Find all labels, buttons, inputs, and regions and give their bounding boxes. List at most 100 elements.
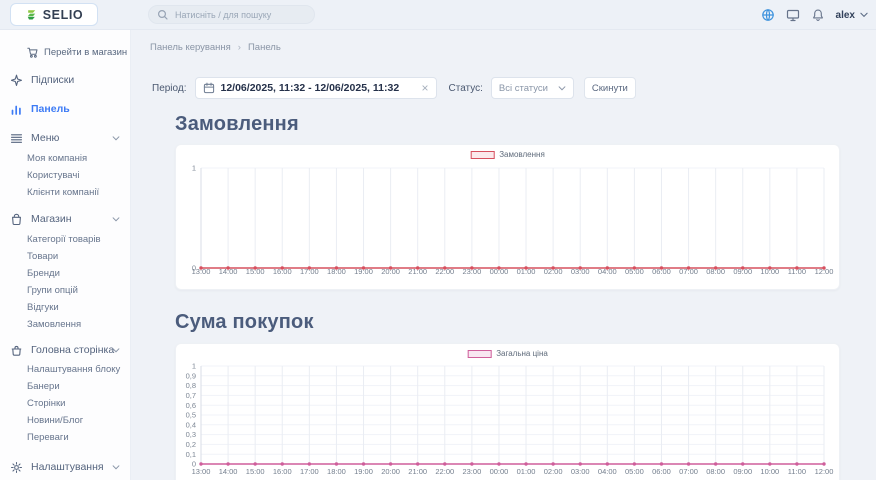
chart-legend[interactable]: Замовлення <box>470 150 545 159</box>
sidebar-item-menu[interactable]: Меню <box>0 130 130 146</box>
search-input[interactable] <box>175 10 306 20</box>
x-tick-label: 00:00 <box>490 467 509 476</box>
chevron-down-icon <box>112 348 120 353</box>
y-tick-label: 0,5 <box>186 411 196 420</box>
sidebar-subitem[interactable]: Моя компанія <box>0 150 130 167</box>
x-tick-label: 20:00 <box>381 467 400 476</box>
breadcrumb-separator: › <box>238 42 241 53</box>
chevron-down-icon <box>558 86 566 91</box>
top-header: SELIO <box>0 0 876 30</box>
data-point <box>687 462 690 465</box>
x-tick-label: 22:00 <box>435 467 454 476</box>
sidebar-item-label: Головна сторінка <box>31 344 114 356</box>
period-input[interactable] <box>221 82 416 94</box>
sidebar-item-dashboard[interactable]: Панель <box>0 101 130 117</box>
status-select[interactable]: Всі статуси <box>491 77 574 99</box>
sidebar-item-label: Магазин <box>31 213 72 225</box>
data-point <box>551 266 554 269</box>
sidebar-subitem[interactable]: Категорії товарів <box>0 231 130 248</box>
data-point <box>714 462 717 465</box>
sidebar-subitem[interactable]: Бренди <box>0 265 130 282</box>
x-tick-label: 08:00 <box>706 467 725 476</box>
menu-icon <box>10 132 23 145</box>
sidebar-subitem[interactable]: Групи опцій <box>0 282 130 299</box>
data-point <box>741 462 744 465</box>
sidebar-subitem[interactable]: Переваги <box>0 429 130 446</box>
legend-label: Замовлення <box>499 150 545 159</box>
y-tick-label: 1 <box>192 164 196 173</box>
y-tick-label: 0,2 <box>186 440 196 449</box>
user-name: alex <box>836 10 855 21</box>
data-point <box>470 266 473 269</box>
data-point <box>579 462 582 465</box>
sidebar-group-homepage-children: Налаштування блокуБанериСторінкиНовини/Б… <box>0 361 130 446</box>
globe-icon[interactable] <box>761 8 775 22</box>
sidebar-item-shop[interactable]: Магазин <box>0 211 130 227</box>
sidebar-subitem[interactable]: Користувачі <box>0 167 130 184</box>
data-point <box>281 266 284 269</box>
data-point <box>687 266 690 269</box>
data-point <box>741 266 744 269</box>
main-content: Панель керування › Панель Період: × Стат… <box>131 30 876 480</box>
data-point <box>443 266 446 269</box>
sidebar-item-subscriptions[interactable]: Підписки <box>0 72 130 88</box>
data-point <box>606 462 609 465</box>
sidebar-subitem[interactable]: Новини/Блог <box>0 412 130 429</box>
user-menu[interactable]: alex <box>836 10 868 21</box>
sidebar-subitem[interactable]: Відгуки <box>0 299 130 316</box>
x-tick-label: 11:00 <box>788 467 806 476</box>
data-point <box>253 266 256 269</box>
sidebar-subitem[interactable]: Замовлення <box>0 316 130 333</box>
data-point <box>470 462 473 465</box>
breadcrumb-link-dashboard[interactable]: Панель керування <box>150 42 231 53</box>
x-tick-label: 15:00 <box>246 467 265 476</box>
status-label: Статус: <box>449 83 483 94</box>
dashboard-icon <box>10 103 23 116</box>
data-point <box>335 462 338 465</box>
sidebar-item-homepage[interactable]: Головна сторінка <box>0 342 130 358</box>
data-point <box>633 462 636 465</box>
sidebar-item-settings[interactable]: Налаштування <box>0 459 130 475</box>
search-icon <box>157 9 169 21</box>
reset-button[interactable]: Скинути <box>584 77 636 99</box>
chart-canvas: 10,90,80,70,60,50,40,30,20,1013:0014:001… <box>176 344 841 480</box>
data-point <box>633 266 636 269</box>
app-frame: SELIO <box>0 0 876 480</box>
period-range-field[interactable]: × <box>195 77 437 99</box>
sidebar-subitem[interactable]: Товари <box>0 248 130 265</box>
clear-icon[interactable]: × <box>421 82 428 94</box>
data-point <box>253 462 256 465</box>
data-point <box>579 266 582 269</box>
sidebar-subitem[interactable]: Налаштування блоку <box>0 361 130 378</box>
sidebar-store-link[interactable]: Перейти в магазин <box>27 44 130 60</box>
x-tick-label: 01:00 <box>517 467 536 476</box>
sidebar-item-label: Меню <box>31 132 59 144</box>
monitor-icon[interactable] <box>786 8 800 22</box>
y-tick-label: 0,7 <box>186 391 196 400</box>
y-tick-label: 0,9 <box>186 371 196 380</box>
shop-bag-icon <box>10 213 23 226</box>
filter-row: Період: × Статус: Всі статуси Скинути <box>152 77 636 99</box>
sidebar-subitem[interactable]: Сторінки <box>0 395 130 412</box>
data-point <box>795 266 798 269</box>
x-tick-label: 03:00 <box>571 467 590 476</box>
bell-icon[interactable] <box>811 8 825 22</box>
data-point <box>497 266 500 269</box>
data-point <box>714 266 717 269</box>
data-point <box>335 266 338 269</box>
chevron-down-icon <box>860 12 868 18</box>
sidebar-subitem[interactable]: Клієнти компанії <box>0 184 130 201</box>
data-point <box>416 266 419 269</box>
data-point <box>660 462 663 465</box>
sidebar-subitem[interactable]: Банери <box>0 378 130 395</box>
gear-icon <box>10 461 23 474</box>
legend-label: Загальна ціна <box>496 349 548 358</box>
breadcrumb-current: Панель <box>248 42 281 53</box>
data-point <box>660 266 663 269</box>
global-search[interactable] <box>148 5 315 24</box>
chart-legend[interactable]: Загальна ціна <box>467 349 548 358</box>
logo[interactable]: SELIO <box>10 3 98 26</box>
x-tick-label: 21:00 <box>408 467 427 476</box>
y-tick-label: 0,8 <box>186 381 196 390</box>
data-point <box>524 462 527 465</box>
